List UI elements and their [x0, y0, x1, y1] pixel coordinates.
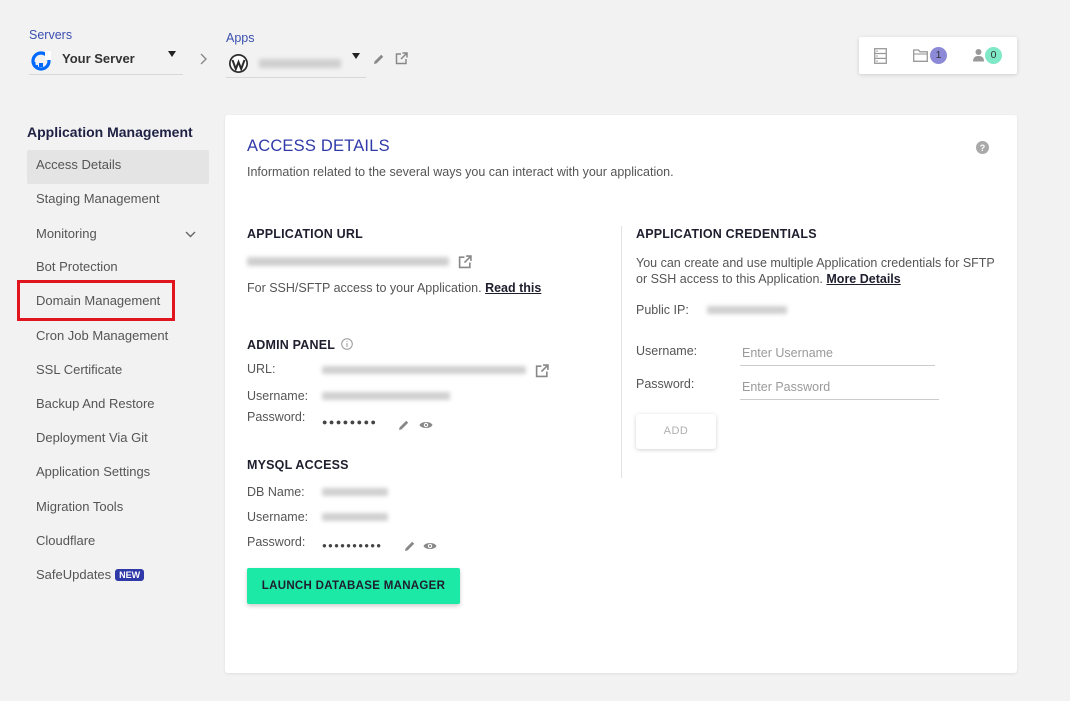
- admin-password-value: ●●●●●●●●: [322, 417, 378, 427]
- cred-password-label: Password:: [636, 377, 695, 391]
- launch-database-manager-button[interactable]: LAUNCH DATABASE MANAGER: [247, 568, 460, 604]
- app-name-redacted: [259, 59, 341, 68]
- application-url-heading: APPLICATION URL: [247, 227, 363, 241]
- server-name: Your Server: [62, 51, 135, 66]
- public-ip-label: Public IP:: [636, 303, 689, 317]
- admin-username-redacted: [322, 392, 450, 400]
- db-password-value: ●●●●●●●●●●: [322, 541, 383, 550]
- page-title: ACCESS DETAILS: [247, 137, 390, 155]
- sidebar-item-label: Migration Tools: [36, 499, 124, 514]
- external-link-icon[interactable]: [458, 255, 472, 269]
- sidebar-item-cloudflare[interactable]: Cloudflare: [27, 526, 209, 560]
- chevron-down-icon[interactable]: [185, 231, 196, 238]
- db-username-redacted: [322, 513, 388, 521]
- sidebar-item-label: Access Details: [36, 157, 122, 172]
- info-icon[interactable]: [340, 338, 353, 350]
- sidebar-item-ssl-certificate[interactable]: SSL Certificate: [27, 355, 209, 389]
- db-name-label: DB Name:: [247, 485, 305, 499]
- column-divider: [621, 226, 622, 478]
- apps-label: Apps: [226, 31, 255, 45]
- edit-icon[interactable]: [404, 540, 416, 552]
- folder-icon[interactable]: [913, 49, 928, 62]
- read-this-link[interactable]: Read this: [485, 281, 541, 295]
- credentials-desc-text: or SSH access to this Application.: [636, 272, 823, 286]
- sidebar-item-label: Staging Management: [36, 191, 160, 206]
- sidebar-item-label: Deployment Via Git: [36, 430, 148, 445]
- external-link-icon[interactable]: [535, 364, 549, 378]
- application-credentials-heading: APPLICATION CREDENTIALS: [636, 227, 817, 241]
- sidebar-item-label: Bot Protection: [36, 259, 118, 274]
- public-ip-redacted: [707, 306, 787, 314]
- servers-stack-icon[interactable]: [874, 48, 887, 64]
- mysql-access-heading: MYSQL ACCESS: [247, 458, 349, 472]
- sidebar-item-deployment-via-git[interactable]: Deployment Via Git: [27, 423, 209, 457]
- ssh-access-note: For SSH/SFTP access to your Application.…: [247, 281, 541, 295]
- sidebar-title: Application Management: [27, 124, 193, 140]
- sidebar-item-access-details[interactable]: Access Details: [27, 150, 209, 184]
- more-details-link[interactable]: More Details: [826, 272, 900, 286]
- admin-panel-heading: ADMIN PANEL: [247, 338, 353, 352]
- add-button[interactable]: ADD: [636, 414, 716, 449]
- digitalocean-icon: [31, 51, 51, 71]
- sidebar-item-label: Backup And Restore: [36, 396, 155, 411]
- chevron-down-icon[interactable]: [352, 53, 360, 59]
- eye-icon[interactable]: [423, 541, 437, 551]
- page-description: Information related to the several ways …: [247, 165, 674, 179]
- sidebar-item-label: Cron Job Management: [36, 328, 169, 343]
- sidebar-item-safeupdates[interactable]: SafeUpdates NEW: [27, 560, 209, 594]
- edit-icon[interactable]: [373, 53, 385, 65]
- db-name-redacted: [322, 488, 388, 496]
- admin-url-redacted[interactable]: [322, 366, 526, 374]
- edit-icon[interactable]: [398, 419, 410, 431]
- sidebar-item-label: Cloudflare: [36, 533, 96, 548]
- application-url-redacted[interactable]: [247, 257, 449, 266]
- files-count-badge: 1: [930, 47, 947, 64]
- servers-label: Servers: [29, 28, 73, 42]
- external-link-icon[interactable]: [395, 52, 408, 65]
- sidebar-item-application-settings[interactable]: Application Settings: [27, 457, 209, 491]
- sidebar-item-label: SSL Certificate: [36, 362, 123, 377]
- sidebar-item-label: Application Settings: [36, 464, 151, 479]
- username-input[interactable]: [740, 345, 935, 366]
- ssh-note-text: For SSH/SFTP access to your Application.: [247, 281, 482, 295]
- chevron-right-icon: [198, 52, 208, 66]
- sidebar-item-cron-job-management[interactable]: Cron Job Management: [27, 321, 209, 355]
- admin-url-label: URL:: [247, 362, 276, 376]
- credentials-desc-line2: or SSH access to this Application. More …: [636, 272, 901, 286]
- top-toolbar: 1 0: [859, 37, 1017, 74]
- help-icon[interactable]: ?: [976, 141, 989, 154]
- sidebar-item-backup-and-restore[interactable]: Backup And Restore: [27, 389, 209, 423]
- sidebar-item-staging-management[interactable]: Staging Management: [27, 184, 209, 218]
- admin-username-label: Username:: [247, 389, 309, 403]
- app-selector[interactable]: [226, 49, 366, 78]
- eye-icon[interactable]: [419, 420, 433, 430]
- credentials-desc-line1: You can create and use multiple Applicat…: [636, 256, 995, 270]
- svg-text:?: ?: [980, 143, 986, 153]
- users-count-badge: 0: [985, 47, 1002, 64]
- sidebar-item-label: Monitoring: [36, 226, 97, 241]
- highlight-box: [17, 280, 175, 321]
- db-password-label: Password:: [247, 535, 306, 549]
- sidebar-item-label: SafeUpdates: [36, 567, 112, 582]
- password-input[interactable]: [740, 379, 939, 400]
- admin-password-label: Password:: [247, 410, 306, 424]
- sidebar-item-monitoring[interactable]: Monitoring: [27, 219, 209, 253]
- db-username-label: Username:: [247, 510, 309, 524]
- user-icon[interactable]: [972, 48, 985, 62]
- chevron-down-icon[interactable]: [168, 51, 176, 57]
- cred-username-label: Username:: [636, 344, 698, 358]
- new-badge: NEW: [115, 569, 145, 581]
- sidebar-item-migration-tools[interactable]: Migration Tools: [27, 492, 209, 526]
- wordpress-icon: [228, 53, 249, 74]
- server-selector[interactable]: Your Server: [29, 46, 183, 75]
- admin-panel-heading-text: ADMIN PANEL: [247, 338, 335, 352]
